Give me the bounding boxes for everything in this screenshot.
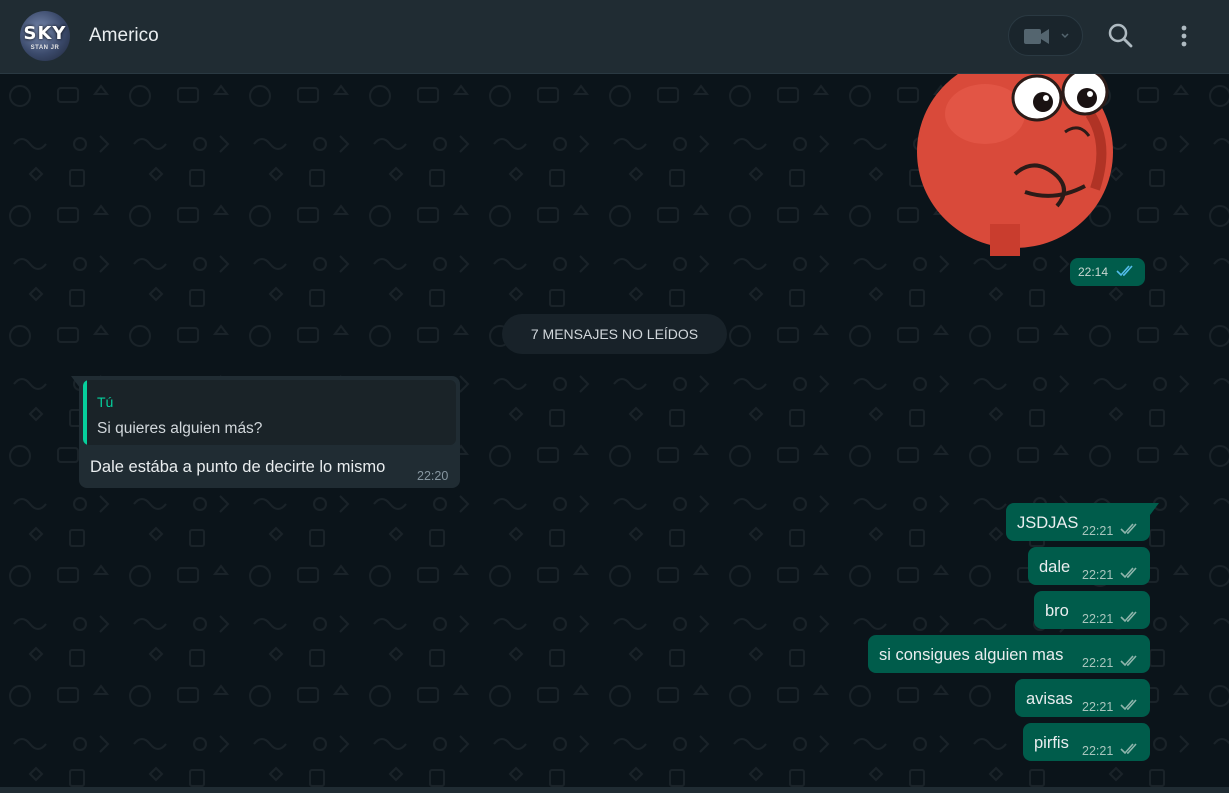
chevron-down-icon — [1061, 33, 1069, 39]
outgoing-message[interactable]: si consigues alguien mas 22:21 — [868, 635, 1150, 673]
read-ticks-icon — [1120, 743, 1137, 755]
menu-dots-icon — [1181, 25, 1187, 47]
read-ticks-icon — [1120, 523, 1137, 535]
quoted-message[interactable]: Tú Si quieres alguien más? — [83, 380, 456, 445]
quote-text: Si quieres alguien más? — [97, 420, 263, 437]
video-call-button[interactable] — [1008, 15, 1083, 56]
outgoing-message[interactable]: pirfis 22:21 — [1023, 723, 1150, 761]
read-ticks-icon — [1120, 655, 1137, 667]
unread-messages-banner: 7 MENSAJES NO LEÍDOS — [502, 314, 727, 354]
avatar-logo-subtext: STAN JR — [30, 45, 60, 51]
search-button[interactable] — [1101, 16, 1141, 56]
message-time: 22:21 — [1082, 524, 1114, 538]
message-text: JSDJAS — [1017, 514, 1079, 532]
message-text: pirfis — [1034, 734, 1069, 752]
outgoing-message[interactable]: bro 22:21 — [1034, 591, 1150, 629]
message-text: si consigues alguien mas — [879, 646, 1064, 664]
message-time: 22:21 — [1082, 656, 1114, 670]
read-ticks-icon — [1120, 567, 1137, 579]
avatar-logo-text: SKY — [23, 23, 67, 44]
outgoing-bubble-tail — [1150, 503, 1159, 515]
sticker-timestamp: 22:14 — [1070, 258, 1145, 286]
message-time: 22:21 — [1082, 700, 1114, 714]
chat-header: SKY STAN JR Americo — [0, 0, 1229, 74]
message-time: 22:21 — [1082, 744, 1114, 758]
read-ticks-icon — [1120, 699, 1137, 711]
message-text: avisas — [1026, 690, 1073, 708]
outgoing-message[interactable]: avisas 22:21 — [1015, 679, 1150, 717]
message-text: bro — [1045, 602, 1069, 620]
search-icon — [1108, 23, 1133, 48]
message-time: 22:21 — [1082, 612, 1114, 626]
outgoing-message[interactable]: JSDJAS 22:21 — [1006, 503, 1150, 541]
message-text: Dale estába a punto de decirte lo mismo — [90, 458, 386, 476]
quote-author: Tú — [97, 394, 114, 410]
menu-button[interactable] — [1164, 16, 1204, 56]
composer-edge — [0, 787, 1229, 793]
message-text: dale — [1039, 558, 1071, 576]
whatsapp-chat-window: SKY STAN JR Americo 22:14 7 MENSAJES NO … — [0, 0, 1229, 793]
read-ticks-icon — [1120, 611, 1137, 623]
chat-area[interactable]: 22:14 7 MENSAJES NO LEÍDOS Tú Si quieres… — [0, 74, 1229, 787]
outgoing-message[interactable]: dale 22:21 — [1028, 547, 1150, 585]
contact-avatar[interactable]: SKY STAN JR — [20, 11, 70, 61]
message-time: 22:14 — [1078, 265, 1109, 279]
sticker-message[interactable] — [905, 74, 1135, 256]
message-time: 22:21 — [1082, 568, 1114, 582]
contact-name[interactable]: Americo — [89, 25, 159, 47]
message-time: 22:20 — [417, 469, 449, 483]
quote-accent-bar — [83, 380, 87, 445]
read-ticks-icon — [1116, 265, 1133, 277]
incoming-message[interactable]: Tú Si quieres alguien más? Dale estába a… — [79, 376, 460, 488]
